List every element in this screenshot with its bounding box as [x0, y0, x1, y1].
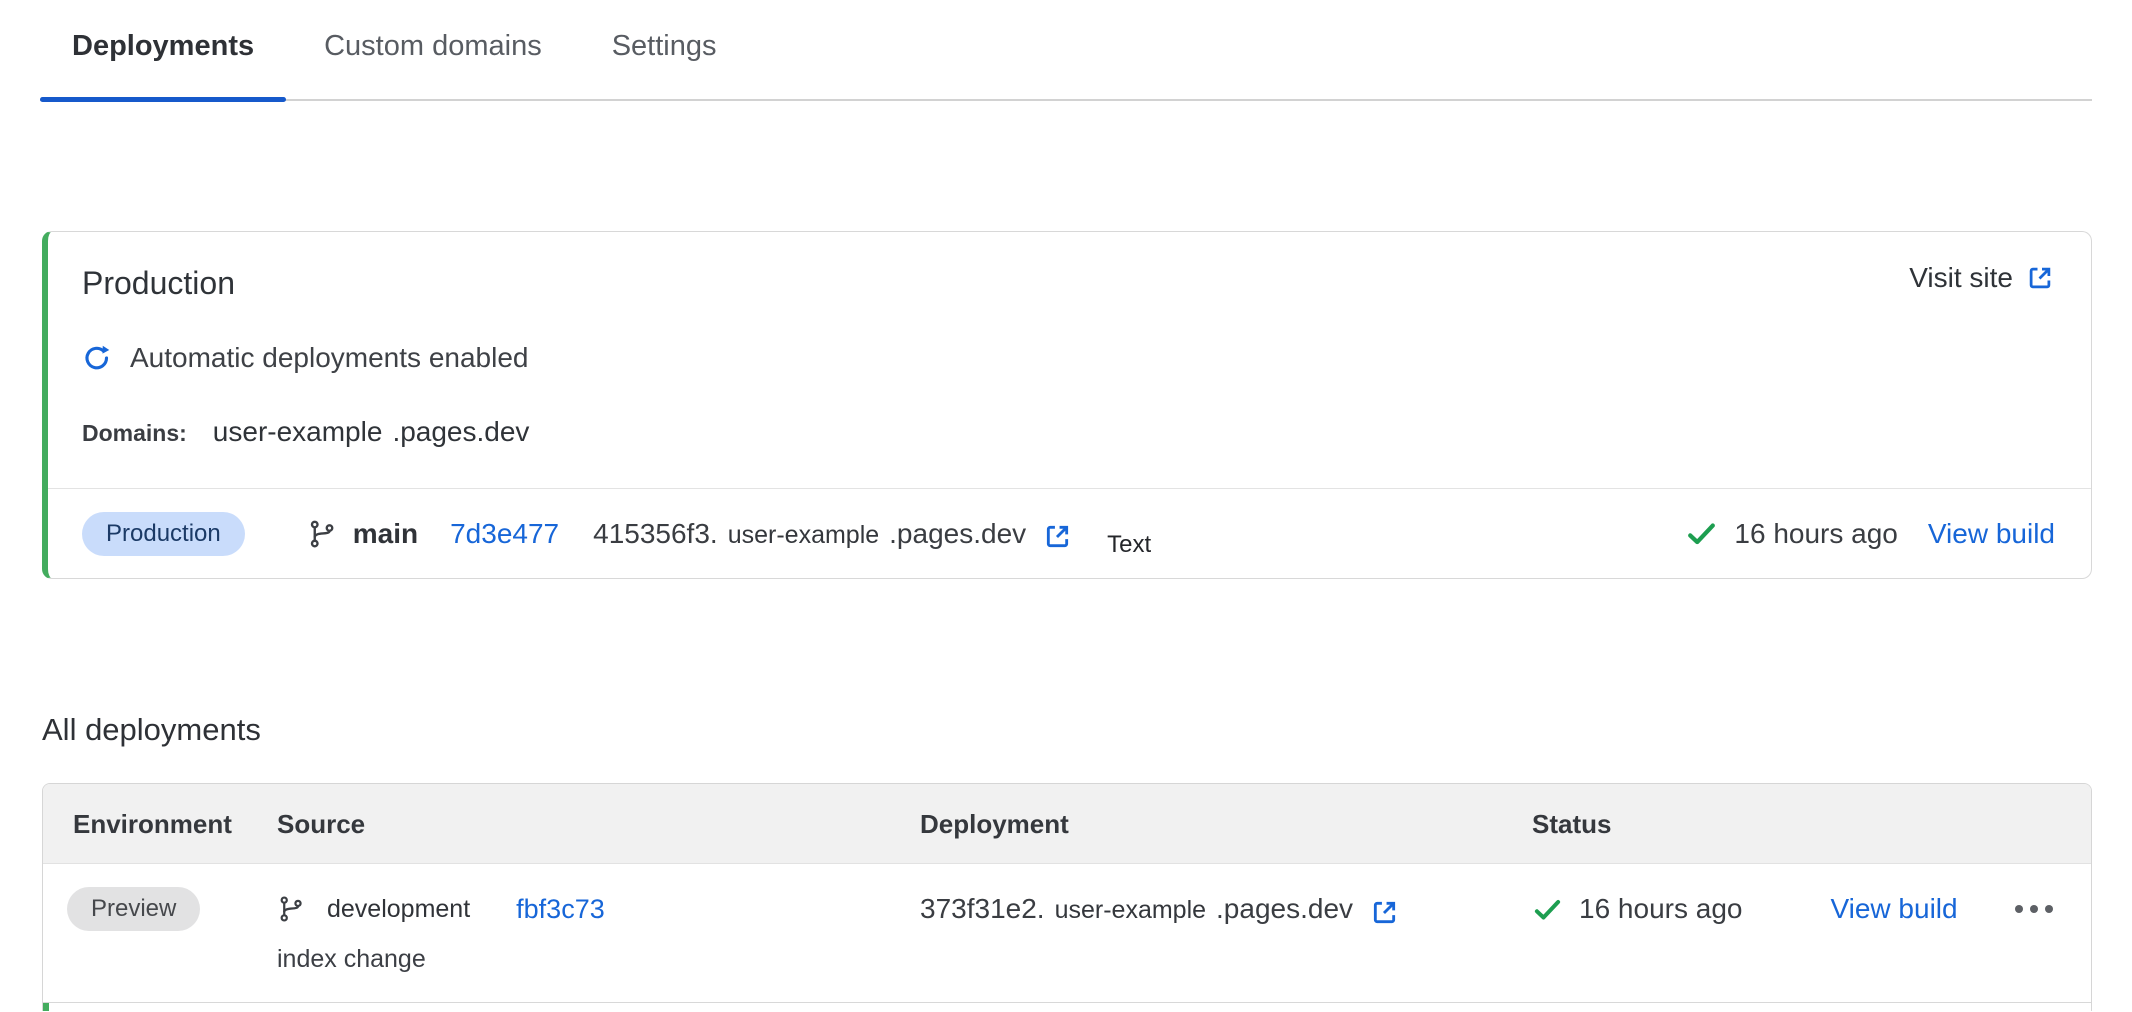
refresh-icon: [82, 343, 112, 373]
column-header-source: Source: [277, 809, 920, 840]
status-time: 16 hours ago: [1734, 518, 1897, 550]
column-header-environment: Environment: [43, 809, 277, 840]
production-row-green-edge: [43, 1003, 49, 1011]
column-header-status: Status: [1532, 809, 2091, 840]
environment-badge-preview: Preview: [67, 887, 200, 931]
production-deployment-row: Production main 7d3e477 415356f3. user-e…: [48, 488, 2091, 578]
deployments-table: Environment Source Deployment Status Pre…: [42, 783, 2092, 1011]
view-build-link[interactable]: View build: [1830, 893, 1957, 925]
deployment-url-name: user-example: [728, 521, 879, 550]
environment-badge-production: Production: [82, 512, 245, 556]
annotation-text: Text: [1107, 531, 1151, 559]
deployment-url-suffix: .pages.dev: [889, 518, 1026, 550]
external-link-icon[interactable]: [1369, 897, 1400, 928]
git-branch-icon: [277, 895, 305, 923]
status-time: 16 hours ago: [1579, 893, 1742, 925]
column-header-deployment: Deployment: [920, 809, 1532, 840]
production-card-top: Production Visit site Automa: [48, 232, 2091, 488]
source-cell: development fbf3c73 index change: [277, 886, 920, 974]
view-build-link[interactable]: View build: [1928, 518, 2055, 550]
commit-link[interactable]: fbf3c73: [516, 894, 605, 925]
production-card: Production Visit site Automa: [42, 231, 2092, 579]
git-branch-icon: [307, 519, 337, 549]
deployment-url: 415356f3. user-example .pages.dev: [593, 518, 1073, 550]
deployment-cell: 373f31e2. user-example .pages.dev: [920, 886, 1532, 974]
commit-link[interactable]: 7d3e477: [450, 518, 559, 550]
domains-label: Domains:: [82, 420, 187, 447]
auto-deployments-text: Automatic deployments enabled: [130, 342, 528, 374]
branch-name: main: [353, 518, 418, 550]
production-card-title: Production: [82, 262, 235, 304]
status-cell: 16 hours ago View build: [1532, 886, 2091, 974]
deployment-url-name: user-example: [1055, 896, 1206, 925]
domain-suffix: .pages.dev: [392, 416, 529, 448]
deployment-url: 373f31e2. user-example .pages.dev: [920, 893, 1400, 925]
visit-site-link[interactable]: Visit site: [1909, 262, 2055, 294]
domain-name: user-example: [213, 416, 383, 448]
deployment-url-hash: 415356f3.: [593, 518, 718, 550]
tab-deployments[interactable]: Deployments: [40, 0, 286, 99]
tab-custom-domains[interactable]: Custom domains: [292, 0, 574, 99]
all-deployments-title: All deployments: [42, 711, 2132, 749]
check-icon: [1685, 517, 1718, 550]
visit-site-label: Visit site: [1909, 262, 2013, 294]
table-row: Preview development fbf3c73 index change: [43, 864, 2091, 1002]
commit-message: index change: [277, 944, 920, 974]
ellipsis-menu-icon[interactable]: [2015, 905, 2053, 913]
tab-settings[interactable]: Settings: [580, 0, 749, 99]
branch-name: development: [327, 895, 470, 924]
deployment-url-hash: 373f31e2.: [920, 893, 1045, 925]
external-link-icon[interactable]: [1042, 521, 1073, 552]
external-link-icon: [2025, 263, 2055, 293]
tab-bar: Deployments Custom domains Settings: [40, 0, 2092, 101]
deployments-table-header: Environment Source Deployment Status: [43, 784, 2091, 864]
check-icon: [1532, 894, 1563, 925]
next-row-partial: [43, 1002, 2091, 1011]
deployment-url-suffix: .pages.dev: [1216, 893, 1353, 925]
